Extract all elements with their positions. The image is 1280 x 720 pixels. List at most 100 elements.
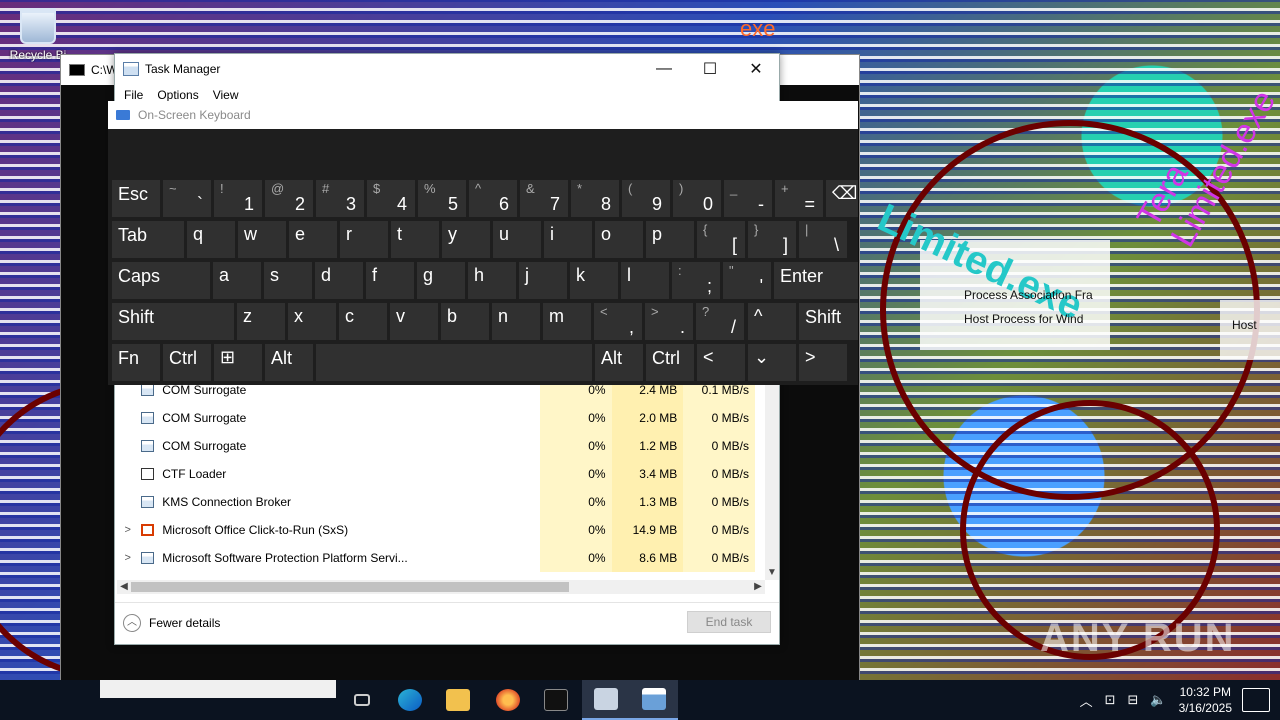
key-ctrl-right[interactable]: Ctrl	[646, 344, 694, 381]
key-sym[interactable]: <,	[594, 303, 642, 340]
key-letter[interactable]: q	[187, 221, 235, 258]
network-icon[interactable]: ⊟	[1128, 692, 1139, 708]
key-ctrl-left[interactable]: Ctrl	[163, 344, 211, 381]
key-tab[interactable]: Tab	[112, 221, 184, 258]
key-sym[interactable]: ? /	[696, 303, 744, 340]
scroll-left-icon[interactable]: ◀	[117, 580, 131, 594]
key-letter[interactable]: e	[289, 221, 337, 258]
taskbar-search-box[interactable]	[100, 680, 336, 698]
key-row1-4[interactable]: $4	[367, 180, 415, 217]
table-row[interactable]: > Microsoft Office Click-to-Run (SxS) 0%…	[115, 516, 755, 544]
key-letter[interactable]: l	[621, 262, 669, 299]
key-space[interactable]	[316, 344, 592, 381]
key-sym[interactable]: :;	[672, 262, 720, 299]
table-row[interactable]: > Microsoft Software Protection Platform…	[115, 544, 756, 572]
on-screen-keyboard-window[interactable]: On-Screen Keyboard Esc ~ `! 1 @2 #3 $4% 5 ^ 6 & 7 * 8…	[108, 101, 858, 385]
end-task-button[interactable]: End task	[687, 611, 771, 633]
menu-options[interactable]: Options	[150, 88, 205, 102]
key-letter[interactable]: m	[543, 303, 591, 340]
key-sym[interactable]: }]	[748, 221, 796, 258]
taskbar-edge[interactable]	[386, 680, 434, 720]
taskbar-file-explorer[interactable]	[434, 680, 482, 720]
key-letter[interactable]: t	[391, 221, 439, 258]
key-letter[interactable]: d	[315, 262, 363, 299]
close-button[interactable]: ✕	[733, 54, 779, 84]
expand-toggle[interactable]: >	[115, 552, 141, 564]
key-alt-right[interactable]: Alt	[595, 344, 643, 381]
maximize-button[interactable]: ☐	[687, 54, 733, 84]
key-sym[interactable]: | \	[799, 221, 847, 258]
key-enter[interactable]: Enter	[774, 262, 858, 299]
taskbar-task-manager[interactable]	[630, 680, 678, 720]
key-letter[interactable]: j	[519, 262, 567, 299]
key-windows[interactable]: ⊞	[214, 344, 262, 381]
key-arrow-up[interactable]: ^	[748, 303, 796, 340]
key-letter[interactable]: h	[468, 262, 516, 299]
key-row1-1[interactable]: ! 1	[214, 180, 262, 217]
table-row[interactable]: COM Surrogate 0% 1.2 MB 0 MB/s	[115, 432, 756, 460]
key-sym[interactable]: >.	[645, 303, 693, 340]
key-arrow-right[interactable]: >	[799, 344, 847, 381]
key-row1-6[interactable]: ^ 6	[469, 180, 517, 217]
key-letter[interactable]: r	[340, 221, 388, 258]
key-row1-0[interactable]: ~ `	[163, 180, 211, 217]
key-fn[interactable]: Fn	[112, 344, 160, 381]
clock[interactable]: 10:32 PM 3/16/2025	[1179, 684, 1232, 716]
key-letter[interactable]: g	[417, 262, 465, 299]
menu-view[interactable]: View	[206, 88, 246, 102]
key-sym[interactable]: {[	[697, 221, 745, 258]
key-row1-2[interactable]: @2	[265, 180, 313, 217]
task-view-button[interactable]	[338, 680, 386, 720]
fewer-details-button[interactable]: ︿ Fewer details	[123, 613, 220, 632]
key-letter[interactable]: p	[646, 221, 694, 258]
key-arrow-down[interactable]: ⌄	[748, 344, 796, 381]
key-letter[interactable]: y	[442, 221, 490, 258]
table-row[interactable]: CTF Loader 0% 3.4 MB 0 MB/s	[115, 460, 756, 488]
vertical-scrollbar[interactable]: ▼	[765, 384, 779, 580]
key-row1-12[interactable]: + =	[775, 180, 823, 217]
notification-icon[interactable]	[1242, 688, 1270, 712]
taskbar-cmd[interactable]	[532, 680, 580, 720]
key-esc[interactable]: Esc	[112, 180, 160, 217]
key-letter[interactable]: b	[441, 303, 489, 340]
key-shift-right[interactable]: Shift	[799, 303, 858, 340]
key-alt-left[interactable]: Alt	[265, 344, 313, 381]
device-icon[interactable]: ⊡	[1105, 692, 1116, 708]
table-row[interactable]: COM Surrogate 0% 2.0 MB 0 MB/s	[115, 404, 756, 432]
horizontal-scrollbar[interactable]: ◀ ▶	[117, 580, 765, 594]
key-arrow-left[interactable]: <	[697, 344, 745, 381]
key-shift-left[interactable]: Shift	[112, 303, 234, 340]
key-letter[interactable]: k	[570, 262, 618, 299]
key-letter[interactable]: v	[390, 303, 438, 340]
key-caps[interactable]: Caps	[112, 262, 210, 299]
menu-file[interactable]: File	[117, 88, 150, 102]
key-backspace[interactable]: ⌫	[826, 180, 858, 217]
key-letter[interactable]: a	[213, 262, 261, 299]
key-letter[interactable]: o	[595, 221, 643, 258]
taskbar-osk[interactable]	[582, 680, 630, 720]
taskbar-firefox[interactable]	[484, 680, 532, 720]
key-letter[interactable]: n	[492, 303, 540, 340]
key-letter[interactable]: z	[237, 303, 285, 340]
key-letter[interactable]: x	[288, 303, 336, 340]
minimize-button[interactable]: —	[641, 54, 687, 84]
key-row1-8[interactable]: * 8	[571, 180, 619, 217]
key-row1-5[interactable]: % 5	[418, 180, 466, 217]
key-letter[interactable]: w	[238, 221, 286, 258]
table-row[interactable]: KMS Connection Broker 0% 1.3 MB 0 MB/s	[115, 488, 756, 516]
key-row1-9[interactable]: (9	[622, 180, 670, 217]
key-row1-11[interactable]: _ -	[724, 180, 772, 217]
chevron-up-icon[interactable]: ︿	[1080, 691, 1093, 710]
key-letter[interactable]: c	[339, 303, 387, 340]
scrollbar-thumb[interactable]	[131, 582, 569, 592]
scroll-down-icon[interactable]: ▼	[765, 566, 779, 580]
key-row1-3[interactable]: #3	[316, 180, 364, 217]
key-row1-10[interactable]: ) 0	[673, 180, 721, 217]
key-letter[interactable]: s	[264, 262, 312, 299]
key-letter[interactable]: f	[366, 262, 414, 299]
key-letter[interactable]: u	[493, 221, 541, 258]
task-manager-titlebar[interactable]: Task Manager — ☐ ✕	[115, 54, 779, 84]
key-letter[interactable]: i	[544, 221, 592, 258]
key-row1-7[interactable]: & 7	[520, 180, 568, 217]
expand-toggle[interactable]: >	[115, 524, 141, 536]
